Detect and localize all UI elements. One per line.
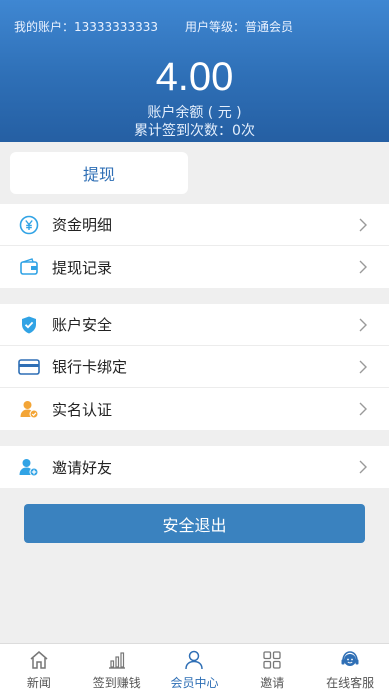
menu-item-real-name-verification[interactable]: 实名认证	[0, 388, 389, 430]
chevron-right-icon	[359, 260, 367, 274]
menu-item-account-security[interactable]: 账户安全	[0, 304, 389, 346]
checkin-count: 累计签到次数：0次	[134, 123, 255, 139]
tab-member-center[interactable]: 会员中心	[156, 644, 234, 695]
menu-group-security: 账户安全 银行卡绑定 实名认证	[0, 304, 389, 430]
tab-invite[interactable]: 邀请	[233, 644, 311, 695]
logout-button[interactable]: 安全退出	[24, 504, 365, 543]
menu-item-label: 实名认证	[52, 400, 113, 419]
bank-card-icon	[18, 356, 40, 378]
withdraw-section: 提现	[0, 142, 389, 204]
tab-label: 邀请	[260, 676, 285, 690]
grid-icon	[263, 651, 281, 669]
menu-item-fund-details[interactable]: 资金明细	[0, 204, 389, 246]
shield-check-icon	[18, 314, 40, 336]
chevron-right-icon	[359, 218, 367, 232]
menu-item-withdraw-records[interactable]: 提现记录	[0, 246, 389, 288]
tab-news[interactable]: 新闻	[0, 644, 78, 695]
bar-chart-icon	[108, 652, 125, 669]
menu-item-label: 账户安全	[52, 316, 113, 334]
menu-item-bank-card[interactable]: 银行卡绑定	[0, 346, 389, 388]
tab-label: 新闻	[26, 676, 51, 690]
user-add-icon	[18, 456, 40, 478]
menu-item-label: 邀请好友	[52, 458, 113, 477]
user-icon	[185, 650, 204, 670]
chevron-right-icon	[359, 460, 367, 474]
tab-label: 在线客服	[326, 676, 375, 690]
menu-item-invite-friends[interactable]: 邀请好友	[0, 446, 389, 488]
bottom-tab-bar: 新闻 签到赚钱 会员中心 邀请 在线客服	[0, 643, 389, 695]
tab-checkin-earn[interactable]: 签到赚钱	[78, 644, 156, 695]
home-icon	[30, 651, 48, 669]
wallet-icon	[18, 256, 40, 278]
balance-amount: 4.00	[155, 55, 234, 99]
account-number: 我的账户：13333333333	[14, 20, 158, 34]
tab-label: 签到赚钱	[92, 676, 141, 690]
withdraw-button[interactable]: 提现	[10, 152, 188, 194]
menu-item-label: 银行卡绑定	[52, 358, 128, 376]
yuan-circle-icon	[18, 214, 40, 236]
chevron-right-icon	[359, 318, 367, 332]
chevron-right-icon	[359, 360, 367, 374]
user-verified-icon	[18, 398, 40, 420]
account-header: 我的账户：13333333333 用户等级：普通会员 4.00 账户余额 ( 元…	[0, 0, 389, 142]
tab-customer-service[interactable]: 在线客服	[311, 644, 389, 695]
balance-label: 账户余额 ( 元 )	[147, 105, 242, 121]
menu-group-invite: 邀请好友	[0, 446, 389, 488]
menu-group-funds: 资金明细 提现记录	[0, 204, 389, 288]
tab-label: 会员中心	[170, 676, 219, 690]
chevron-right-icon	[359, 402, 367, 416]
menu-item-label: 提现记录	[52, 258, 113, 277]
customer-service-icon	[341, 651, 359, 666]
user-level: 用户等级：普通会员	[185, 20, 294, 34]
menu-item-label: 资金明细	[52, 216, 113, 234]
